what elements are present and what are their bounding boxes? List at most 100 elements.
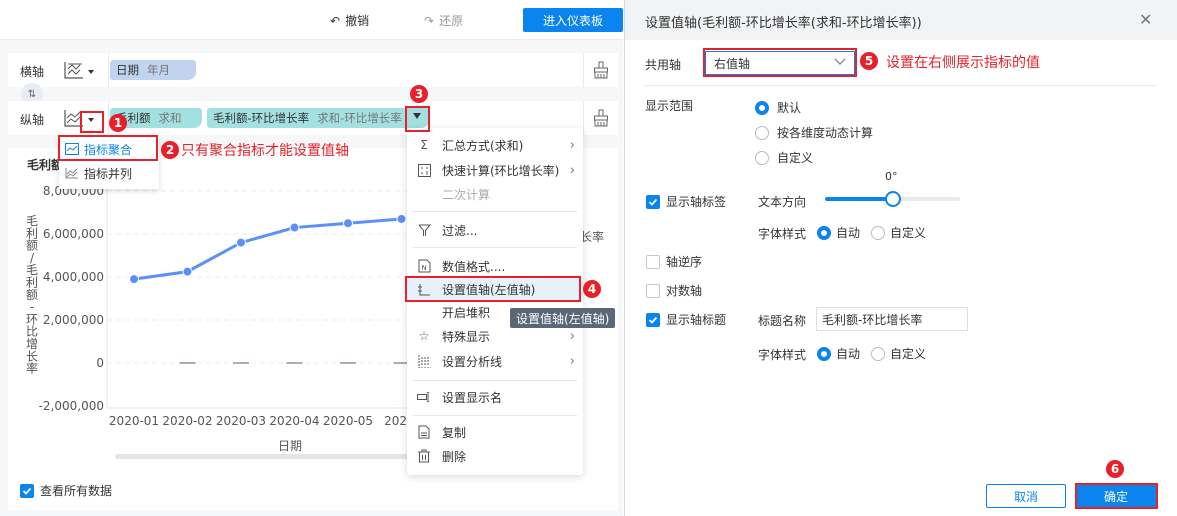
annotation-badge-5: 5 [860,52,878,70]
checkbox-unchecked-icon[interactable] [646,283,660,298]
menu-item-set-display-name[interactable]: 设置显示名 [407,386,583,408]
radio-unchecked-icon[interactable] [871,346,885,361]
text-direction-value: 0° [885,170,898,183]
series1-point [396,213,407,224]
menu-item-delete[interactable]: 删除 [407,445,583,467]
tooltip: 设置值轴(左值轴) [510,308,616,328]
divider [583,101,584,135]
checkbox-checked-icon[interactable] [646,312,660,327]
radio-dynamic-calc[interactable]: 按各维度动态计算 [755,124,873,141]
radio-title-font-auto[interactable]: 自动 [817,345,860,362]
radio-unchecked-icon[interactable] [755,150,769,165]
annotation-box-1 [80,111,104,133]
display-range-label: 显示范围 [645,99,694,113]
top-toolbar: ↶ 撤销 ↷ 还原 进入仪表板 [0,0,623,40]
title-name-label: 标题名称 [758,314,807,328]
slider-thumb[interactable] [884,191,901,207]
analysis-line-icon [416,353,432,369]
cancel-button[interactable]: 取消 [986,484,1066,508]
series1-point [343,218,353,229]
menu-item-special-display[interactable]: ☆ 特殊显示 › [407,325,583,347]
menu-divider [413,211,577,212]
enter-dashboard-button[interactable]: 进入仪表板 [523,8,623,32]
annotation-box-2 [58,135,158,161]
undo-button[interactable]: ↶ 撤销 [330,12,369,29]
checkbox-checked-icon[interactable] [20,483,34,498]
show-axis-title-checkbox[interactable]: 显示轴标题 [646,311,726,328]
copy-icon [416,424,432,440]
divider [108,53,109,87]
x-axis-row: 横轴 日期 年月 [8,53,618,87]
clear-brush-icon[interactable] [593,109,609,127]
chart-editor-panel: ↶ 撤销 ↷ 还原 进入仪表板 横轴 日期 年月 ⇅ 纵轴 毛利额 求和 毛利额… [0,0,623,516]
star-icon: ☆ [418,329,430,343]
x-axis-label: 横轴 [20,65,45,79]
close-icon[interactable]: ✕ [1139,10,1152,29]
chart-type-icon[interactable] [63,60,85,80]
view-all-data-checkbox[interactable]: 查看所有数据 [20,482,112,499]
set-value-axis-dialog: 设置值轴(毛利额-环比增长率(求和-环比增长率)) ✕ 共用轴 右值轴 5 设置… [624,0,1177,516]
sigma-icon: Σ [420,138,428,152]
annotation-badge-3: 3 [410,85,428,103]
chevron-right-icon: › [569,353,575,369]
dialog-header: 设置值轴(毛利额-环比增长率(求和-环比增长率)) ✕ [625,0,1177,40]
parallel-chart-icon [65,168,78,179]
annotation-badge-4: 4 [583,280,601,298]
number-format-icon: N [416,258,432,274]
menu-item-copy[interactable]: 复制 [407,421,583,443]
radio-custom-range[interactable]: 自定义 [755,149,813,166]
x-tick-label: 2020-02 [162,414,212,428]
log-axis-checkbox[interactable]: 对数轴 [646,282,702,299]
trash-icon [416,448,432,464]
redo-button[interactable]: ↷ 还原 [424,12,463,29]
text-direction-label: 文本方向 [758,195,807,209]
annotation-box-4 [405,276,581,302]
chart-type-dropdown-icon[interactable] [88,70,94,74]
font-style-label: 字体样式 [758,227,807,241]
y-field-pill[interactable]: 毛利额-环比增长率 求和-环比增长率 [207,108,429,128]
menu-divider [413,415,577,416]
menu-item-number-format[interactable]: N 数值格式.... [407,255,583,277]
radio-checked-icon[interactable] [817,346,831,361]
annotation-note-5: 设置在右侧展示指标的值 [886,55,1040,71]
radio-unchecked-icon[interactable] [871,225,885,240]
dialog-title: 设置值轴(毛利额-环比增长率(求和-环比增长率)) [645,16,922,31]
menu-item-quick-calc[interactable]: 快速计算(环比增长率) › [407,159,583,181]
series1-point [236,237,246,248]
radio-unchecked-icon[interactable] [755,125,769,140]
menu-divider [413,247,577,248]
radio-default[interactable]: 默认 [755,99,801,116]
series1-point [289,222,300,233]
svg-text:N: N [421,264,426,272]
axis-reverse-checkbox[interactable]: 轴逆序 [646,253,702,270]
x-tick-label: 2020-04 [269,414,319,428]
menu-item-parallel[interactable]: 指标并列 [65,162,132,184]
radio-font-auto[interactable]: 自动 [817,224,860,241]
divider [583,53,584,87]
radio-font-custom[interactable]: 自定义 [871,224,926,241]
divider [108,101,109,135]
show-axis-label-checkbox[interactable]: 显示轴标签 [646,193,726,210]
title-name-input[interactable]: 毛利额-环比增长率 [816,307,968,331]
x-field-pill[interactable]: 日期 年月 [110,60,196,80]
menu-item-filter[interactable]: 过滤... [407,219,583,241]
radio-checked-icon[interactable] [755,100,769,115]
filter-icon [416,222,432,238]
annotation-box-6 [1075,483,1158,509]
clear-brush-icon[interactable] [593,61,609,79]
radio-checked-icon[interactable] [817,225,831,240]
chevron-right-icon: › [569,328,575,344]
radio-title-font-custom[interactable]: 自定义 [871,345,926,362]
menu-item-analysis-line[interactable]: 设置分析线 › [407,350,583,372]
font-style-label: 字体样式 [758,348,807,362]
checkbox-checked-icon[interactable] [646,194,660,209]
shared-axis-label: 共用轴 [645,58,682,72]
x-axis-title: 日期 [278,439,302,453]
menu-item-summary-method[interactable]: Σ 汇总方式(求和) › [407,134,583,156]
annotation-note-2: 只有聚合指标才能设置值轴 [181,143,349,159]
text-direction-slider[interactable] [825,191,960,207]
checkbox-unchecked-icon[interactable] [646,254,660,269]
x-tick-label: 2020-05 [323,414,373,428]
calculator-icon [416,162,432,178]
menu-item-secondary-calc[interactable]: 二次计算 [407,183,583,205]
